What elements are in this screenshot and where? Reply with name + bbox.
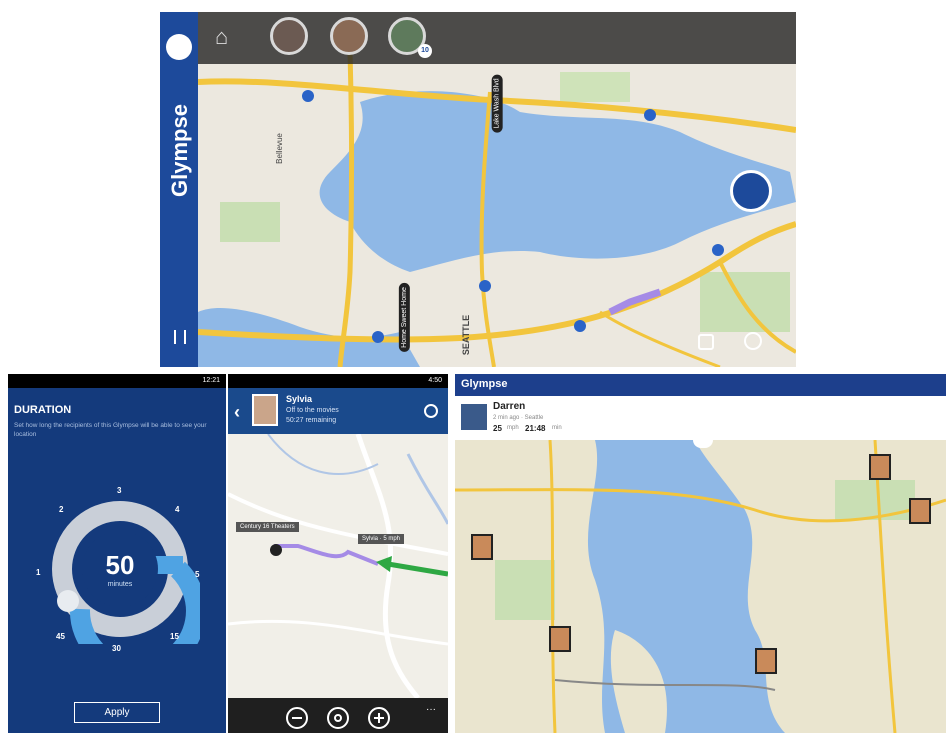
map-label: SEATTLE bbox=[461, 314, 472, 356]
contact-subtitle: 2 min ago · Seattle bbox=[493, 415, 544, 421]
map-canvas[interactable] bbox=[228, 434, 448, 698]
dial-tick: 5 bbox=[195, 570, 200, 579]
glympse-people-icon[interactable] bbox=[166, 34, 192, 60]
contact-avatar[interactable] bbox=[330, 17, 368, 55]
app-header bbox=[455, 374, 946, 396]
contact-name: Sylvia bbox=[286, 394, 313, 404]
contact-name: Darren bbox=[493, 401, 526, 412]
contact-avatar[interactable] bbox=[270, 17, 308, 55]
time-value: 21:48 bbox=[525, 424, 546, 433]
glympse-back-icon[interactable] bbox=[424, 404, 438, 418]
time-remaining: 50:27 remaining bbox=[286, 417, 337, 424]
zoom-in-button[interactable] bbox=[368, 707, 390, 729]
contact-status: Off to the movies bbox=[286, 407, 339, 414]
minus-icon bbox=[292, 717, 302, 719]
page-title: DURATION bbox=[14, 404, 72, 416]
destination-callout[interactable]: Century 16 Theaters bbox=[236, 522, 299, 532]
duration-value: 50 bbox=[105, 550, 135, 580]
friend-pin[interactable] bbox=[549, 626, 571, 652]
contact-photo bbox=[252, 394, 278, 426]
friend-callout[interactable]: Sylvia · 5 mph bbox=[358, 534, 405, 544]
location-callout[interactable]: Home Sweet Home bbox=[398, 283, 410, 352]
dial-tick: 15 bbox=[170, 632, 179, 641]
speed-unit: mph bbox=[507, 425, 519, 431]
dial-tick: 4 bbox=[175, 505, 180, 514]
friend-pin[interactable] bbox=[755, 648, 777, 674]
location-callout[interactable]: Lake Wash Blvd bbox=[491, 74, 503, 133]
app-brand: Glympse bbox=[461, 378, 508, 390]
tablet-map-screen: Glympse ⌂ 10 Bellevue SEATTLE Lake Wash … bbox=[160, 12, 796, 367]
desktop-map-screen: Glympse Darren 2 min ago · Seattle 25 mp… bbox=[455, 374, 946, 733]
duration-unit: minutes bbox=[107, 581, 133, 588]
friend-pin[interactable] bbox=[909, 498, 931, 524]
time-unit: min bbox=[552, 425, 562, 431]
map-canvas[interactable] bbox=[160, 12, 796, 367]
status-bar: 4:50 bbox=[228, 374, 448, 388]
status-bar: 12:21 bbox=[8, 374, 226, 388]
notification-badge: 10 bbox=[418, 44, 432, 58]
app-brand: Glympse bbox=[167, 104, 192, 197]
center-button[interactable] bbox=[327, 707, 349, 729]
map-label: Bellevue bbox=[274, 133, 284, 164]
map-canvas[interactable] bbox=[455, 440, 946, 733]
tag-icon[interactable]: ⌂ bbox=[215, 24, 241, 50]
contact-photo bbox=[461, 404, 487, 430]
glympse-send-button[interactable] bbox=[730, 170, 772, 212]
friend-pin[interactable] bbox=[471, 534, 493, 560]
map-layers-icon[interactable] bbox=[698, 334, 714, 350]
back-icon[interactable]: ‹ bbox=[234, 402, 240, 423]
duration-screen: 12:21 DURATION Set how long the recipien… bbox=[8, 374, 226, 733]
more-icon[interactable]: ··· bbox=[426, 704, 436, 715]
viewer-screen: 4:50 ‹ Sylvia Off to the movies 50:27 re… bbox=[228, 374, 448, 733]
speed-value: 25 bbox=[493, 424, 502, 433]
status-time: 4:50 bbox=[428, 377, 442, 384]
locate-me-icon[interactable] bbox=[744, 332, 762, 350]
friend-pin[interactable] bbox=[869, 454, 891, 480]
zoom-out-button[interactable] bbox=[286, 707, 308, 729]
dial-tick: 1 bbox=[36, 568, 41, 577]
dial-tick: 45 bbox=[56, 632, 65, 641]
duration-description: Set how long the recipients of this Glym… bbox=[14, 422, 207, 438]
menu-icon[interactable] bbox=[174, 330, 186, 344]
dial-tick: 2 bbox=[59, 505, 64, 514]
target-icon bbox=[334, 714, 342, 722]
dial-tick: 3 bbox=[117, 486, 122, 495]
apply-button[interactable]: Apply bbox=[74, 702, 160, 723]
dial-tick: 30 bbox=[112, 644, 121, 653]
status-time: 12:21 bbox=[202, 377, 220, 384]
